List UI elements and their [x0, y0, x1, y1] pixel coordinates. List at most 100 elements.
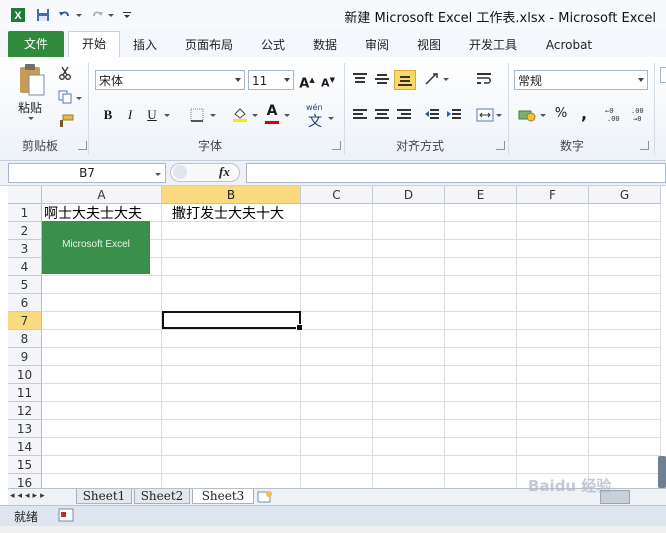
row-header-1[interactable]: 1: [8, 204, 42, 222]
column-header-a[interactable]: A: [42, 186, 162, 204]
excel-logo-icon[interactable]: X: [10, 7, 26, 23]
align-right-icon[interactable]: [396, 108, 412, 122]
row-header-11[interactable]: 11: [8, 384, 42, 402]
clipboard-dialog-launcher-icon[interactable]: [78, 141, 87, 150]
accounting-format-icon[interactable]: [518, 108, 536, 122]
row-header-7[interactable]: 7: [8, 312, 42, 330]
formula-input[interactable]: [246, 163, 666, 183]
name-box[interactable]: B7: [8, 163, 166, 183]
phonetic-dropdown-icon[interactable]: [328, 117, 334, 120]
column-header-d[interactable]: D: [373, 186, 445, 204]
row-header-4[interactable]: 4: [8, 258, 42, 276]
redo-dropdown-icon[interactable]: [108, 14, 114, 17]
sheet-tab-sheet2[interactable]: Sheet2: [134, 489, 190, 504]
font-dialog-launcher-icon[interactable]: [332, 141, 341, 150]
macro-record-icon[interactable]: [58, 508, 74, 522]
sheet-tab-sheet3[interactable]: Sheet3: [192, 489, 254, 504]
copy-dropdown-icon[interactable]: [76, 97, 82, 100]
align-center-icon[interactable]: [374, 108, 390, 122]
tab-acrobat[interactable]: Acrobat: [538, 34, 600, 56]
row-header-14[interactable]: 14: [8, 438, 42, 456]
sheet-tab-sheet1[interactable]: Sheet1: [76, 489, 132, 504]
row-header-2[interactable]: 2: [8, 222, 42, 240]
format-painter-icon[interactable]: [58, 114, 74, 128]
fill-color-icon[interactable]: [232, 106, 248, 122]
orientation-icon[interactable]: [424, 72, 440, 86]
tab-page-layout[interactable]: 页面布局: [178, 34, 240, 56]
column-header-e[interactable]: E: [445, 186, 517, 204]
row-header-12[interactable]: 12: [8, 402, 42, 420]
column-header-c[interactable]: C: [301, 186, 373, 204]
increase-font-size-icon[interactable]: A▲: [297, 70, 317, 91]
tab-developer[interactable]: 开发工具: [462, 34, 524, 56]
align-top-icon[interactable]: [352, 72, 368, 86]
underline-dropdown-icon[interactable]: [164, 114, 170, 117]
cell-b1[interactable]: 撒打发士大夫十大: [172, 205, 284, 223]
increase-indent-icon[interactable]: [446, 108, 462, 122]
orientation-dropdown-icon[interactable]: [443, 78, 449, 81]
alignment-dialog-launcher-icon[interactable]: [496, 141, 505, 150]
styles-gallery-edge[interactable]: [660, 67, 666, 83]
borders-dropdown-icon[interactable]: [210, 114, 216, 117]
tab-data[interactable]: 数据: [306, 34, 344, 56]
embedded-excel-image[interactable]: Microsoft Excel: [42, 221, 150, 274]
increase-decimal-icon[interactable]: ←0.00: [604, 106, 624, 122]
column-header-g[interactable]: G: [589, 186, 661, 204]
font-size-combo[interactable]: 11: [248, 70, 294, 90]
merge-dropdown-icon[interactable]: [496, 114, 502, 117]
align-left-icon[interactable]: [352, 108, 368, 122]
tab-formulas[interactable]: 公式: [254, 34, 292, 56]
column-header-f[interactable]: F: [517, 186, 589, 204]
copy-icon[interactable]: [58, 90, 72, 104]
font-color-dropdown-icon[interactable]: [284, 114, 290, 117]
cut-icon[interactable]: [58, 66, 72, 80]
insert-function-icon[interactable]: fx: [219, 164, 230, 180]
decrease-indent-icon[interactable]: [424, 108, 440, 122]
tab-view[interactable]: 视图: [410, 34, 448, 56]
customize-qat-icon[interactable]: [122, 8, 132, 22]
row-header-16[interactable]: 16: [8, 474, 42, 488]
row-header-5[interactable]: 5: [8, 276, 42, 294]
number-format-combo[interactable]: 常规: [514, 70, 648, 90]
tab-file[interactable]: 文件: [8, 31, 64, 57]
font-name-combo[interactable]: 宋体: [95, 70, 245, 90]
paste-icon[interactable]: [18, 63, 46, 97]
column-header-b[interactable]: B: [162, 186, 301, 204]
percent-style-icon[interactable]: %: [551, 104, 571, 124]
insert-sheet-icon[interactable]: [256, 490, 274, 503]
fill-handle[interactable]: [296, 324, 303, 331]
align-bottom-button[interactable]: [394, 70, 416, 90]
chevron-down-icon[interactable]: [155, 173, 161, 176]
number-dialog-launcher-icon[interactable]: [640, 141, 649, 150]
sheet-nav-arrows[interactable]: ◂◂◂▸▸: [10, 491, 48, 501]
merge-center-icon[interactable]: [476, 108, 494, 122]
undo-icon[interactable]: [58, 8, 72, 22]
phonetic-guide-icon[interactable]: 文: [308, 111, 322, 131]
fill-color-dropdown-icon[interactable]: [252, 114, 258, 117]
underline-icon[interactable]: U: [142, 105, 162, 125]
tab-home[interactable]: 开始: [68, 31, 120, 58]
tab-insert[interactable]: 插入: [126, 34, 164, 56]
row-header-10[interactable]: 10: [8, 366, 42, 384]
vertical-scrollbar-thumb[interactable]: [658, 456, 666, 488]
paste-dropdown-icon[interactable]: [28, 117, 34, 120]
align-middle-icon[interactable]: [374, 72, 390, 86]
row-header-13[interactable]: 13: [8, 420, 42, 438]
row-header-6[interactable]: 6: [8, 294, 42, 312]
italic-icon[interactable]: I: [120, 105, 140, 125]
active-cell-b7[interactable]: [162, 311, 303, 331]
row-header-9[interactable]: 9: [8, 348, 42, 366]
worksheet-grid[interactable]: ABCDEFG 1 2 3 4 5 6 7 8 9 10 11 12 13 14 15 16 啊士大夫士大夫 …: [8, 186, 666, 488]
row-header-15[interactable]: 15: [8, 456, 42, 474]
borders-icon[interactable]: [190, 108, 204, 122]
tab-review[interactable]: 审阅: [358, 34, 396, 56]
wrap-text-icon[interactable]: [476, 72, 492, 86]
comma-style-icon[interactable]: ,: [574, 104, 594, 124]
row-header-8[interactable]: 8: [8, 330, 42, 348]
redo-icon[interactable]: [90, 8, 104, 22]
undo-dropdown-icon[interactable]: [76, 14, 82, 17]
decrease-font-size-icon[interactable]: A▼: [318, 70, 338, 90]
row-header-3[interactable]: 3: [8, 240, 42, 258]
decrease-decimal-icon[interactable]: .00→0: [630, 106, 650, 122]
font-color-icon[interactable]: A: [262, 101, 282, 121]
